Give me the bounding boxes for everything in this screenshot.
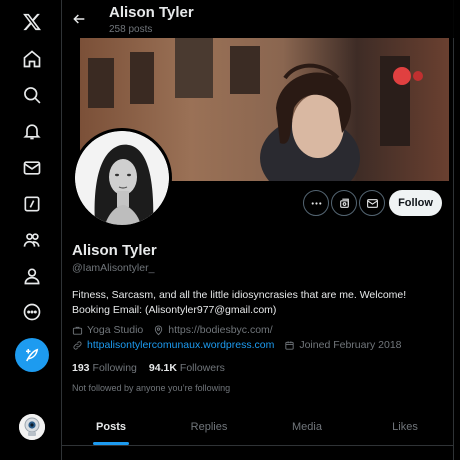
location-text: https://bodiesbyc.com/	[168, 324, 273, 336]
location-item: https://bodiesbyc.com/	[153, 324, 273, 336]
tab-likes[interactable]: Likes	[356, 408, 454, 445]
follow-stats: 193 Following 94.1K Followers	[72, 362, 237, 374]
notifications-icon[interactable]	[18, 117, 46, 145]
user-handle: @IamAlisontyler_	[72, 262, 155, 274]
subscribe-icon	[339, 198, 349, 208]
joined-item: Joined February 2018	[284, 339, 402, 351]
back-button[interactable]	[68, 8, 90, 30]
profile-header-bar: Alison Tyler 258 posts	[62, 0, 454, 38]
more-icon[interactable]	[18, 298, 46, 326]
message-button[interactable]	[359, 190, 385, 216]
envelope-icon	[366, 198, 378, 208]
followers-label[interactable]: Followers	[180, 362, 225, 374]
profile-column: Alison Tyler 258 posts Follow Alison Tyl…	[62, 0, 454, 460]
profile-bio: Fitness, Sarcasm, and all the little idi…	[72, 289, 407, 316]
arrow-left-icon	[73, 14, 85, 24]
subscribe-button[interactable]	[331, 190, 357, 216]
category-item: Yoga Studio	[72, 324, 143, 336]
link-icon	[73, 340, 82, 350]
account-avatar[interactable]	[19, 414, 45, 440]
tab-replies[interactable]: Replies	[160, 408, 258, 445]
profile-meta-row-2: httpalisontylercomunaux.wordpress.com Jo…	[72, 339, 412, 351]
post-button[interactable]	[15, 338, 49, 372]
following-label[interactable]: Following	[93, 362, 137, 374]
tab-posts[interactable]: Posts	[62, 408, 160, 445]
profile-avatar[interactable]	[72, 128, 172, 228]
communities-icon[interactable]	[18, 226, 46, 254]
not-followed-note: Not followed by anyone you’re following	[72, 383, 231, 393]
messages-icon[interactable]	[18, 154, 46, 182]
profile-meta-row-1: Yoga Studio https://bodiesbyc.com/	[72, 324, 283, 336]
profile-icon[interactable]	[18, 262, 46, 290]
display-name: Alison Tyler	[72, 242, 157, 259]
category-text: Yoga Studio	[87, 324, 144, 336]
header-title: Alison Tyler	[109, 4, 194, 21]
calendar-icon	[285, 340, 294, 350]
header-post-count: 258 posts	[109, 24, 153, 35]
more-options-button[interactable]	[303, 190, 329, 216]
website-link[interactable]: httpalisontylercomunaux.wordpress.com	[87, 339, 274, 351]
left-nav	[0, 0, 62, 460]
following-count[interactable]: 193	[72, 362, 90, 374]
ellipsis-icon	[311, 201, 321, 205]
profile-tabs: Posts Replies Media Likes	[62, 408, 454, 446]
briefcase-icon	[72, 326, 83, 335]
joined-text: Joined February 2018	[299, 339, 402, 351]
location-pin-icon	[155, 325, 163, 335]
feather-plus-icon	[26, 348, 39, 362]
website-item[interactable]: httpalisontylercomunaux.wordpress.com	[72, 339, 274, 351]
tab-media[interactable]: Media	[258, 408, 356, 445]
home-icon[interactable]	[18, 45, 46, 73]
followers-count[interactable]: 94.1K	[149, 362, 177, 374]
x-logo-icon[interactable]	[18, 8, 46, 36]
follow-button[interactable]: Follow	[389, 190, 442, 216]
search-icon[interactable]	[18, 81, 46, 109]
grok-icon[interactable]	[18, 190, 46, 218]
